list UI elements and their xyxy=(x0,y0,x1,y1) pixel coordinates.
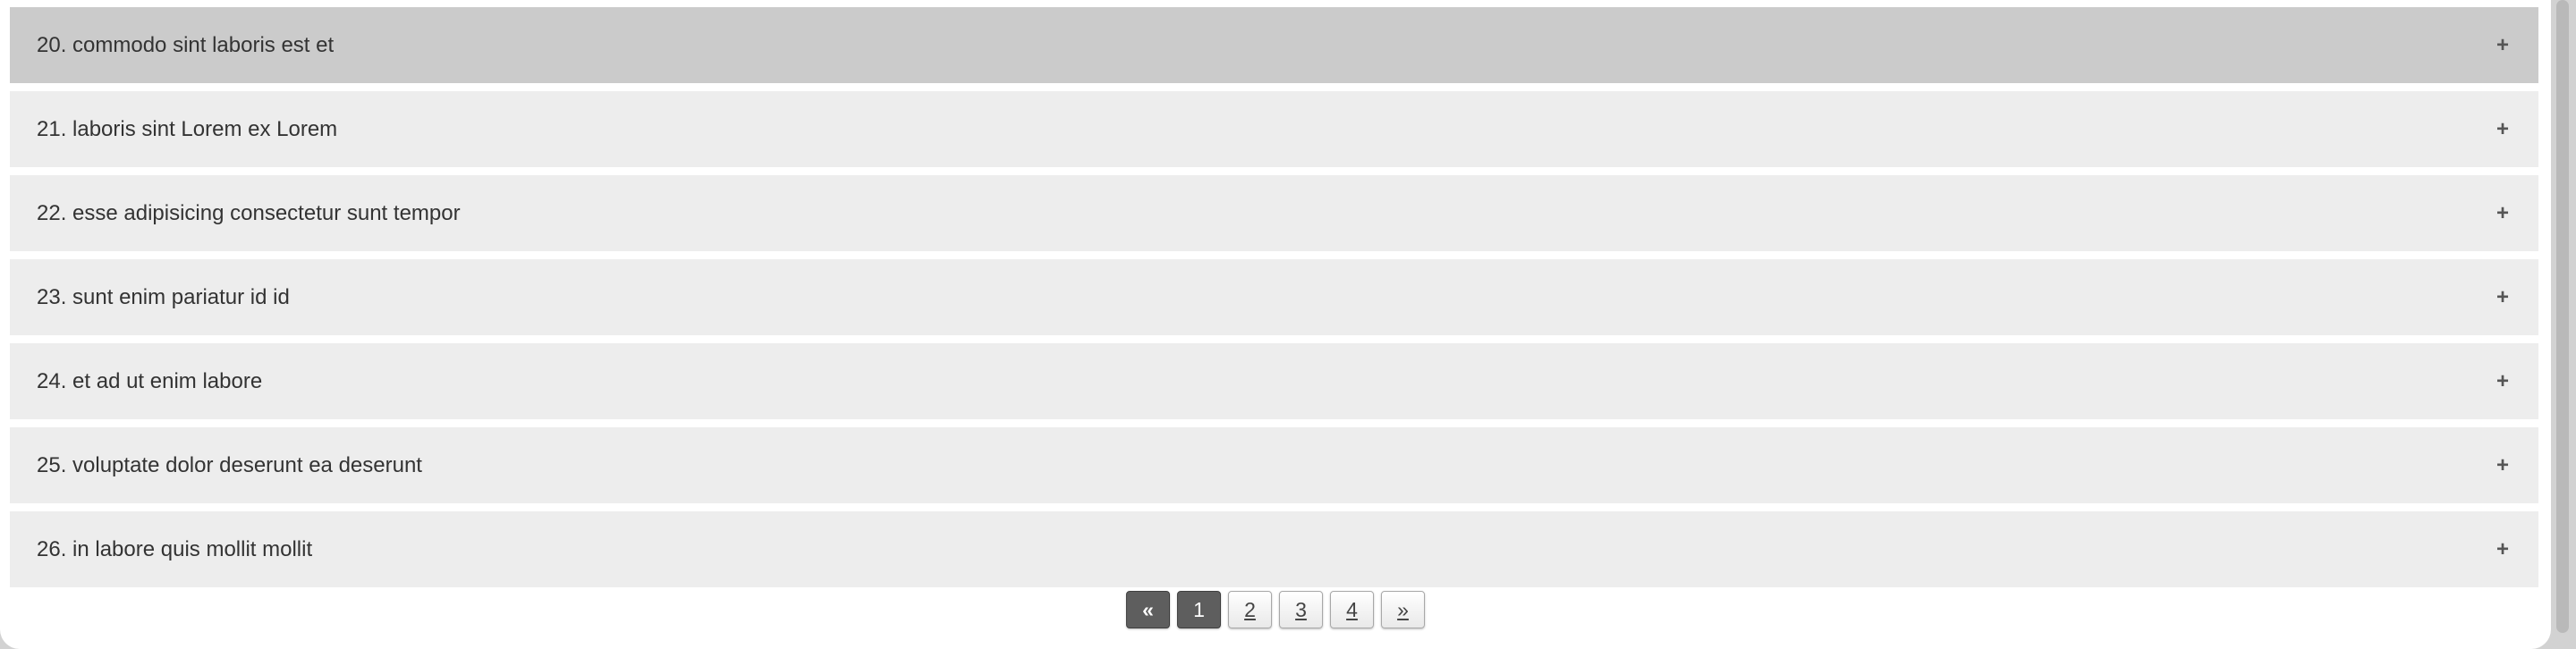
page-2-button[interactable]: 2 xyxy=(1228,591,1272,628)
page-3-button[interactable]: 3 xyxy=(1279,591,1323,628)
accordion-item-title: 20. commodo sint laboris est et xyxy=(37,32,335,57)
accordion-item-26[interactable]: 26. in labore quis mollit mollit + xyxy=(10,511,2538,587)
accordion-item-title: 23. sunt enim pariatur id id xyxy=(37,284,290,309)
accordion-item-title: 21. laboris sint Lorem ex Lorem xyxy=(37,116,338,141)
vertical-scrollbar[interactable] xyxy=(2551,0,2576,649)
page-frame: 20. commodo sint laboris est et + 21. la… xyxy=(0,0,2551,649)
accordion-item-title: 26. in labore quis mollit mollit xyxy=(37,536,313,561)
expand-plus-icon[interactable]: + xyxy=(2494,33,2512,58)
expand-plus-icon[interactable]: + xyxy=(2494,201,2512,226)
expand-plus-icon[interactable]: + xyxy=(2494,453,2512,478)
scrollbar-thumb[interactable] xyxy=(2556,0,2569,633)
expand-plus-icon[interactable]: + xyxy=(2494,369,2512,394)
accordion-item-title: 25. voluptate dolor deserunt ea deserunt xyxy=(37,452,422,477)
accordion-item-title: 24. et ad ut enim labore xyxy=(37,368,263,393)
accordion-item-title: 22. esse adipisicing consectetur sunt te… xyxy=(37,200,461,225)
expand-plus-icon[interactable]: + xyxy=(2494,285,2512,310)
accordion-item-21[interactable]: 21. laboris sint Lorem ex Lorem + xyxy=(10,91,2538,167)
prev-page-button[interactable]: « xyxy=(1126,591,1170,628)
page-4-button[interactable]: 4 xyxy=(1330,591,1374,628)
pagination: « 1 2 3 4 » xyxy=(0,591,2551,628)
accordion-item-23[interactable]: 23. sunt enim pariatur id id + xyxy=(10,259,2538,335)
page-1-button[interactable]: 1 xyxy=(1177,591,1221,628)
expand-plus-icon[interactable]: + xyxy=(2494,117,2512,142)
accordion-list: 20. commodo sint laboris est et + 21. la… xyxy=(10,7,2538,595)
accordion-item-22[interactable]: 22. esse adipisicing consectetur sunt te… xyxy=(10,175,2538,251)
next-page-button[interactable]: » xyxy=(1381,591,1425,628)
expand-plus-icon[interactable]: + xyxy=(2494,537,2512,562)
accordion-item-24[interactable]: 24. et ad ut enim labore + xyxy=(10,343,2538,419)
accordion-item-20[interactable]: 20. commodo sint laboris est et + xyxy=(10,7,2538,83)
accordion-item-25[interactable]: 25. voluptate dolor deserunt ea deserunt… xyxy=(10,427,2538,503)
